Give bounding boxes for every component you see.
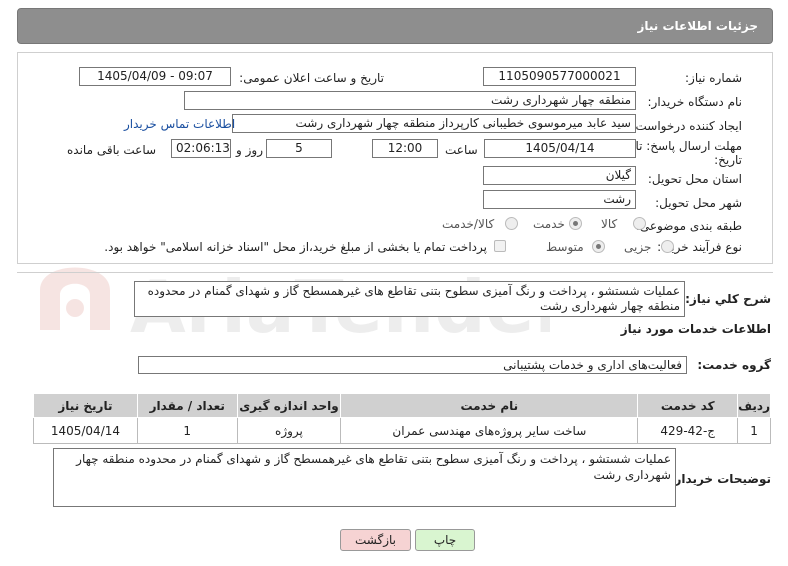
deadline-date-field[interactable]: 1405/04/14 — [484, 139, 636, 158]
col-header-row-number: ردیف — [737, 393, 771, 418]
remaining-time-label: ساعت باقی مانده — [67, 143, 157, 157]
category-label: طبقه بندی موضوعی: — [635, 219, 742, 233]
process-medium-label: متوسط — [546, 240, 584, 254]
buyer-org-field[interactable]: منطقه چهار شهرداری رشت — [184, 91, 636, 110]
province-field[interactable]: گیلان — [483, 166, 636, 185]
page-header: جزئیات اطلاعات نیاز — [17, 8, 773, 44]
category-radio-goods[interactable] — [633, 217, 646, 230]
deadline-time-field[interactable]: 12:00 — [372, 139, 438, 158]
table-row[interactable]: 1 ج-42-429 ساخت سایر پروژه‌های مهندسی عم… — [33, 417, 771, 444]
service-group-label: گروه خدمت: — [697, 358, 771, 372]
col-header-unit: واحد اندازه گیری — [236, 393, 342, 418]
cell-unit: پروژه — [236, 417, 342, 444]
cell-row-number: 1 — [737, 417, 771, 444]
back-button[interactable]: بازگشت — [340, 529, 411, 551]
services-table: ردیف کد خدمت نام خدمت واحد اندازه گیری ت… — [33, 393, 771, 444]
announce-date-label: تاریخ و ساعت اعلان عمومی: — [239, 71, 384, 85]
deadline-time-label: ساعت — [445, 143, 478, 157]
cell-service-code: ج-42-429 — [637, 417, 739, 444]
city-field[interactable]: رشت — [483, 190, 636, 209]
page-title: جزئیات اطلاعات نیاز — [637, 19, 758, 33]
print-button[interactable]: چاپ — [415, 529, 475, 551]
col-header-service-code: کد خدمت — [637, 393, 739, 418]
category-radio-goods-service[interactable] — [505, 217, 518, 230]
buyer-org-label: نام دستگاه خریدار: — [647, 95, 743, 109]
province-label: استان محل تحویل: — [647, 172, 742, 186]
days-remaining-field[interactable]: 5 — [266, 139, 332, 158]
cell-service-name: ساخت سایر پروژه‌های مهندسی عمران — [340, 417, 639, 444]
buyer-notes-label: توضیحات خریدار: — [669, 472, 771, 486]
process-radio-minor[interactable] — [661, 240, 674, 253]
city-label: شهر محل تحویل: — [655, 196, 742, 210]
category-goods-service-label: کالا/خدمت — [442, 217, 495, 231]
process-minor-label: جزیی — [624, 240, 652, 254]
announce-date-field[interactable]: 1405/04/09 - 09:07 — [79, 67, 231, 86]
buyer-contact-link[interactable]: اطلاعات تماس خریدار — [124, 117, 235, 131]
summary-textarea[interactable]: عملیات شستشو ، پرداخت و رنگ آمیزی سطوح ب… — [134, 281, 685, 317]
cell-quantity: 1 — [136, 417, 238, 444]
need-number-label: شماره نیاز: — [685, 71, 742, 85]
col-header-need-date: تاریخ نیاز — [33, 393, 138, 418]
creator-field[interactable]: سید عابد میرموسوی خطیبانی کارپرداز منطقه… — [232, 114, 636, 133]
buyer-notes-textarea[interactable]: عملیات شستشو ، پرداخت و رنگ آمیزی سطوح ب… — [53, 448, 676, 507]
deadline-date-label: تاریخ: — [714, 153, 742, 167]
service-group-field[interactable]: فعالیت‌های اداری و خدمات پشتیبانی — [138, 356, 687, 374]
treasury-checkbox[interactable] — [494, 240, 506, 252]
process-radio-medium[interactable] — [592, 240, 605, 253]
treasury-note: پرداخت تمام یا بخشی از مبلغ خرید،از محل … — [104, 240, 487, 254]
remaining-time-field[interactable]: 02:06:13 — [171, 139, 231, 158]
creator-label: ایجاد کننده درخواست: — [631, 119, 742, 133]
summary-label: شرح كلي نياز: — [685, 292, 771, 306]
cell-need-date: 1405/04/14 — [33, 417, 138, 444]
services-section-title: اطلاعات خدمات مورد نیاز — [620, 322, 771, 336]
days-label: روز و — [236, 143, 263, 157]
category-service-label: خدمت — [533, 217, 565, 231]
deadline-label: مهلت ارسال پاسخ: تا — [635, 139, 742, 153]
need-number-field[interactable]: 1105090577000021 — [483, 67, 636, 86]
category-radio-service[interactable] — [569, 217, 582, 230]
col-header-quantity: تعداد / مقدار — [136, 393, 238, 418]
section-divider — [17, 272, 773, 273]
category-goods-label: کالا — [601, 217, 618, 231]
table-header-row: ردیف کد خدمت نام خدمت واحد اندازه گیری ت… — [33, 393, 771, 418]
col-header-service-name: نام خدمت — [340, 393, 639, 418]
